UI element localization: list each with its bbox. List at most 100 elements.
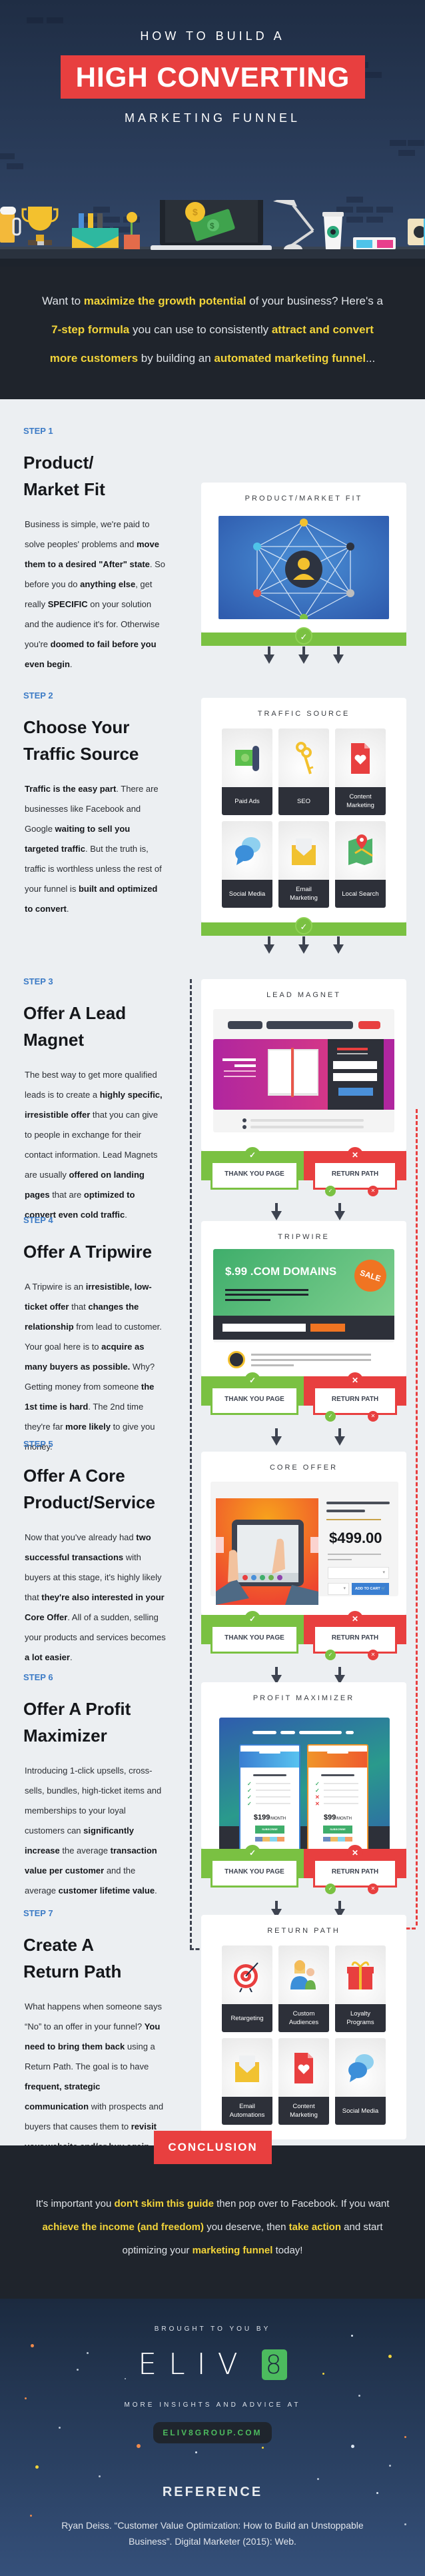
tablet-product-image (216, 1498, 318, 1605)
website-link[interactable]: ELIV8GROUP.COM (153, 2422, 272, 2443)
desk-lamp-icon (273, 200, 314, 249)
tripwire-card: TRIPWIRE $.99 .COM DOMAINS SALE ✓ THANK … (201, 1221, 406, 1450)
tile-email-automations: Email Automations (222, 2038, 272, 2125)
check-icon: ✓ (325, 1186, 336, 1196)
star-dot (99, 2475, 101, 2477)
cash-icon (235, 746, 259, 771)
domain-search-input[interactable] (222, 1324, 306, 1332)
step-label: STEP 3 (23, 976, 53, 986)
svg-text:$: $ (210, 221, 214, 231)
tile-label: Content Marketing (335, 787, 386, 815)
add-to-cart-button[interactable]: ADD TO CART 🛒 (352, 1583, 389, 1595)
tile-paid-ads: Paid Ads (222, 728, 272, 815)
check-icon: ✓ (247, 1780, 252, 1787)
star-dot (87, 2352, 89, 2354)
card-title: LEAD MAGNET (266, 991, 341, 999)
tile-email-marketing: Email Marketing (278, 821, 329, 908)
product-market-fit-card: PRODUCT/MARKET FIT ✓ (201, 483, 406, 672)
flow-arrows (201, 646, 406, 672)
return-path-tiles: Retargeting Custom Audiences Loyalty Progr… (201, 1935, 406, 2139)
variant-select[interactable]: ▾ (328, 1567, 389, 1579)
core-offer-card: CORE OFFER $499.00 ▾ ▾ ADD TO CART 🛒 ✓ T… (201, 1452, 406, 1688)
thank-you-page-button[interactable]: THANK YOU PAGE (211, 1163, 298, 1190)
decision-split: ✓ THANK YOU PAGE ✕ RETURN PATH ✓ ✕ (201, 1147, 406, 1196)
step-label: STEP 1 (23, 426, 53, 436)
step-label: STEP 6 (23, 1672, 53, 1682)
key-icon (296, 742, 314, 774)
x-icon: ✕ (347, 1147, 363, 1163)
check-icon: ✓ (315, 1780, 320, 1787)
target-icon (234, 1962, 258, 1992)
check-icon: ✓ (247, 1794, 252, 1800)
pricing-plans: ✓ ✓ ✓ ✓ $199/MONTH SUBSCRIBE ✓ ✓ ✕ ✕ $99/MONTH SUBS… (239, 1744, 368, 1851)
conclusion-text: It's important you don't skim this guide… (35, 2198, 390, 2256)
thank-you-page-button[interactable]: THANK YOU PAGE (211, 1627, 298, 1654)
hero-banner: HOW TO BUILD A HIGH CONVERTING MARKETING… (0, 0, 425, 267)
card-title: RETURN PATH (267, 1927, 340, 1935)
traffic-source-tiles: Paid Ads SEO Content Marketing Social Media… (201, 718, 406, 922)
star-dot (317, 2478, 319, 2480)
star-dot (195, 2451, 197, 2453)
arrow-down-icon (264, 936, 274, 954)
logo-text: ELIV (138, 2347, 250, 2381)
check-icon: ✓ (244, 1611, 260, 1627)
star-dot (322, 2373, 324, 2375)
step-label: STEP 5 (23, 1439, 53, 1449)
promo-headline: $.99 .COM DOMAINS (225, 1265, 337, 1278)
step-title: Choose Your Traffic Source (23, 717, 139, 764)
subscribe-button[interactable]: SUBSCRIBE (255, 1826, 284, 1834)
decision-split: ✓ THANK YOU PAGE ✕ RETURN PATH ✓ ✕ (201, 1372, 406, 1422)
logo-badge: 8 (261, 2349, 287, 2380)
map-pin-icon (348, 834, 373, 865)
tile-label: Social Media (335, 2097, 386, 2125)
check-icon: ✓ (244, 1372, 260, 1388)
sale-badge: SALE (350, 1255, 391, 1296)
step-title: Create A Return Path (23, 1935, 122, 1981)
3d-glasses-icon (353, 237, 396, 249)
return-path-button[interactable]: RETURN PATH (313, 1388, 397, 1415)
thank-you-page-button[interactable]: THANK YOU PAGE (211, 1388, 298, 1415)
arrow-down-icon (333, 936, 344, 954)
thank-you-page-button[interactable]: THANK YOU PAGE (211, 1861, 298, 1888)
step-body: What happens when someone says “No” to a… (25, 2001, 164, 2151)
step-body: Introducing 1-click upsells, cross-sells… (25, 1766, 162, 1896)
return-path-button[interactable]: RETURN PATH (313, 1163, 397, 1190)
open-book-icon (268, 1048, 318, 1097)
return-path-button[interactable]: RETURN PATH (313, 1627, 397, 1654)
x-icon: ✕ (368, 1186, 378, 1196)
tile-label: Social Media (222, 880, 272, 908)
star-dot (30, 2515, 32, 2517)
cart-icon: 🛒 (381, 1587, 386, 1591)
return-path-button[interactable]: RETURN PATH (313, 1861, 397, 1888)
intro-text: Want to maximize the growth potential of… (42, 295, 383, 365)
check-icon: ✓ (325, 1884, 336, 1894)
step-title: Offer A Lead Magnet (23, 1003, 127, 1050)
people-icon (290, 1960, 316, 1989)
svg-text:$: $ (193, 207, 198, 217)
check-icon: ✓ (295, 627, 312, 644)
star-dot (351, 2445, 354, 2448)
plan-period: /MONTH (336, 1817, 352, 1821)
subscribe-button[interactable]: SUBSCRIBE (323, 1826, 352, 1834)
quantity-select[interactable]: ▾ (328, 1583, 349, 1595)
star-dot (404, 2523, 406, 2525)
step-title: Offer A Tripwire (23, 1242, 153, 1262)
star-dot (404, 2436, 406, 2438)
step-body: Now that you've already had two successf… (25, 1532, 166, 1662)
tile-label: Loyalty Programs (335, 2004, 386, 2032)
brought-by-label: BROUGHT TO YOU BY (154, 2325, 271, 2333)
card-title: TRAFFIC SOURCE (257, 710, 350, 718)
success-bar: ✓ (201, 917, 406, 936)
tile-content-marketing: Content Marketing (278, 2038, 329, 2125)
step-label: STEP 2 (23, 690, 53, 700)
card-title: CORE OFFER (269, 1464, 338, 1472)
check-icon: ✓ (244, 1845, 260, 1861)
domain-search-button[interactable] (310, 1324, 345, 1332)
coffee-cup-icon (322, 212, 344, 249)
x-icon: ✕ (315, 1800, 320, 1807)
shopping-bag-icon (72, 213, 119, 248)
flower-pot-icon (124, 212, 140, 249)
star-dot (262, 2447, 264, 2449)
card-title: TRIPWIRE (278, 1233, 330, 1241)
step-label: STEP 7 (23, 1908, 53, 1918)
